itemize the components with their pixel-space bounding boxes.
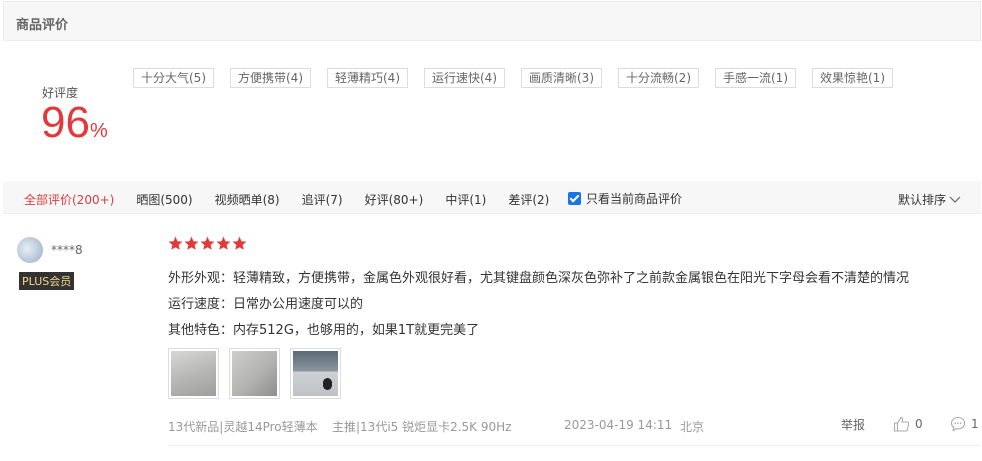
- comment-button[interactable]: 1: [950, 416, 979, 432]
- review-line-appearance: 外形外观：轻薄精致，方便携带，金属色外观很好看，尤其键盘颜色深灰色弥补了之前款金…: [168, 271, 910, 286]
- filter-videos[interactable]: 视频晒单(8): [215, 191, 280, 208]
- header-bar: 商品评价: [3, 1, 981, 41]
- username: ****8: [51, 243, 83, 257]
- section-title: 商品评价: [16, 18, 69, 33]
- tag-item[interactable]: 手感一流(1): [715, 68, 796, 88]
- sort-dropdown[interactable]: 默认排序: [898, 191, 961, 208]
- review-line-features: 其他特色：内存512G，也够用的，如果1T就更完美了: [168, 323, 480, 338]
- star-icon: [200, 236, 215, 250]
- star-icon: [168, 236, 183, 250]
- only-current-toggle[interactable]: 只看当前商品评价: [568, 190, 682, 207]
- filter-tabs: 全部评价(200+) 晒图(500) 视频晒单(8) 追评(7) 好评(80+)…: [24, 191, 571, 208]
- filter-followup[interactable]: 追评(7): [302, 191, 343, 208]
- comment-count: 1: [971, 417, 979, 431]
- checkbox-checked-icon[interactable]: [568, 192, 581, 205]
- plus-member-badge: PLUS会员: [19, 272, 75, 290]
- review-photos: [168, 348, 351, 399]
- like-count: 0: [915, 417, 923, 431]
- filter-all[interactable]: 全部评价(200+): [24, 191, 114, 208]
- chevron-down-icon: [949, 196, 961, 203]
- tag-item[interactable]: 方便携带(4): [230, 68, 311, 88]
- review-line-speed: 运行速度：日常办公用速度可以的: [168, 297, 364, 312]
- tag-list: 十分大气(5) 方便携带(4) 轻薄精巧(4) 运行速快(4) 画质清晰(3) …: [133, 68, 909, 88]
- review-location: 北京: [680, 420, 705, 434]
- rating-unit: %: [89, 120, 108, 142]
- rating-value: 96%: [41, 99, 108, 147]
- tag-item[interactable]: 效果惊艳(1): [812, 68, 893, 88]
- review-date: 2023-04-19 14:11: [564, 418, 673, 432]
- tag-item[interactable]: 十分流畅(2): [618, 68, 699, 88]
- review-user: ****8: [17, 237, 83, 263]
- product-variant: 13代新品|灵越14Pro轻薄本: [168, 420, 318, 434]
- tag-item[interactable]: 轻薄精巧(4): [327, 68, 408, 88]
- product-spec: 主推|13代i5 锐炬显卡2.5K 90Hz: [332, 420, 512, 434]
- comment-icon: [950, 416, 966, 432]
- tag-item[interactable]: 画质清晰(3): [521, 68, 602, 88]
- rating-number: 96: [41, 98, 90, 147]
- review-photo-thumbnail[interactable]: [290, 348, 341, 399]
- star-icon: [184, 236, 199, 250]
- star-icon: [216, 236, 231, 250]
- review-photo-thumbnail[interactable]: [168, 348, 219, 399]
- review-content: 外形外观：轻薄精致，方便携带，金属色外观很好看，尤其键盘颜色深灰色弥补了之前款金…: [168, 266, 909, 344]
- review-photo-thumbnail[interactable]: [229, 348, 280, 399]
- sort-label: 默认排序: [897, 193, 946, 207]
- filter-negative[interactable]: 差评(2): [508, 191, 549, 208]
- only-current-label: 只看当前商品评价: [586, 192, 683, 206]
- report-label: 举报: [841, 418, 866, 432]
- divider: [168, 445, 980, 446]
- tag-item[interactable]: 运行速快(4): [424, 68, 505, 88]
- like-button[interactable]: 0: [893, 416, 923, 432]
- thumbs-up-icon: [893, 416, 910, 432]
- avatar[interactable]: [17, 237, 43, 263]
- tag-item[interactable]: 十分大气(5): [133, 68, 214, 88]
- star-icon: [232, 236, 247, 250]
- filter-positive[interactable]: 好评(80+): [365, 191, 424, 208]
- star-rating: [168, 236, 248, 251]
- report-button[interactable]: 举报: [841, 416, 865, 433]
- filter-neutral[interactable]: 中评(1): [445, 191, 486, 208]
- filter-bar: 全部评价(200+) 晒图(500) 视频晒单(8) 追评(7) 好评(80+)…: [3, 181, 981, 214]
- filter-photos[interactable]: 晒图(500): [136, 191, 192, 208]
